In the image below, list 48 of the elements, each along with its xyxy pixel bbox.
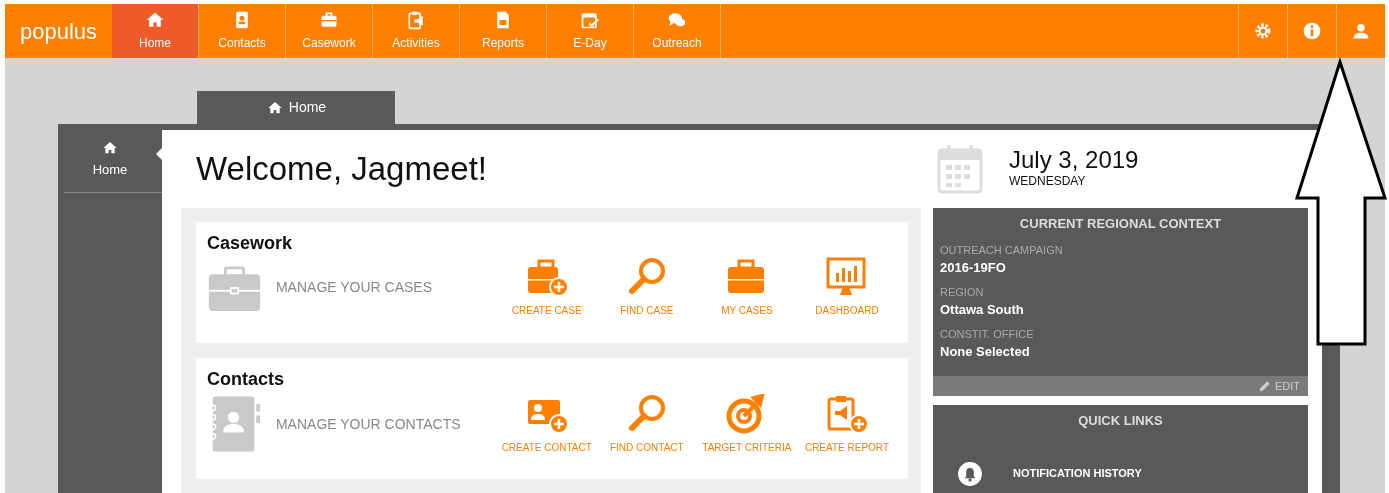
briefcase-icon xyxy=(319,10,339,30)
action-link[interactable]: CREATE CASE xyxy=(496,257,597,318)
settings-icon[interactable] xyxy=(1253,21,1273,41)
nav-item[interactable]: Contacts xyxy=(199,4,286,58)
monitor-chart-icon xyxy=(825,257,868,297)
pencil-icon xyxy=(1257,379,1272,393)
user-icon[interactable] xyxy=(1351,21,1371,41)
action-link[interactable]: FIND CONTACT xyxy=(596,393,697,455)
field-label: REGION xyxy=(939,284,985,300)
quick-link[interactable]: NOTIFICATION HISTORY xyxy=(933,460,1142,487)
panel-title: CURRENT REGIONAL CONTEXT xyxy=(1018,215,1223,233)
field-value: 2016-19FO xyxy=(939,259,1007,277)
action-link[interactable]: CREATE CONTACT xyxy=(496,393,597,455)
action-link[interactable]: CREATE REPORT xyxy=(796,393,897,455)
nav-item[interactable]: Reports xyxy=(460,4,547,58)
field-label: CONSTIT. OFFICE xyxy=(939,326,1035,342)
action-link[interactable]: FIND CASE xyxy=(596,257,697,318)
section-title: Casework xyxy=(207,232,294,255)
bell-icon xyxy=(957,460,983,487)
clipboard-plus-icon xyxy=(825,393,868,434)
panel-title: QUICK LINKS xyxy=(1077,412,1164,430)
welcome-heading: Welcome, Jagmeet! xyxy=(196,149,487,189)
info-icon[interactable] xyxy=(1302,21,1322,41)
calendar-icon xyxy=(937,144,983,194)
section-subtitle: MANAGE YOUR CASES xyxy=(275,278,434,297)
action-link[interactable]: TARGET CRITERIA xyxy=(696,393,797,455)
field-value: Ottawa South xyxy=(939,301,1025,319)
field-label: OUTREACH CAMPAIGN xyxy=(939,242,1064,258)
nav-item[interactable]: Casework xyxy=(286,4,373,58)
page-tab[interactable]: Home xyxy=(197,91,395,124)
clipboard-megaphone-icon xyxy=(406,10,426,30)
date-text: July 3, 2019 xyxy=(1009,148,1139,172)
house-icon xyxy=(101,140,119,156)
nav-item[interactable]: E-Day xyxy=(547,4,634,58)
weekday-text: WEDNESDAY xyxy=(1009,173,1087,190)
calendar-check-icon xyxy=(580,10,600,30)
action-link[interactable]: MY CASES xyxy=(696,257,797,318)
nav-item[interactable]: Home xyxy=(112,4,199,58)
brand-logo[interactable]: populus xyxy=(5,4,112,58)
nav-item[interactable]: Activities xyxy=(373,4,460,58)
briefcase-plus-icon xyxy=(525,257,568,297)
house-icon xyxy=(145,10,165,30)
edit-button[interactable]: EDIT xyxy=(1257,377,1300,395)
nav-item[interactable]: Outreach xyxy=(634,4,721,58)
field-value: None Selected xyxy=(939,343,1031,361)
action-link[interactable]: DASHBOARD xyxy=(796,257,897,318)
section-title: Contacts xyxy=(207,368,285,391)
section-subtitle: MANAGE YOUR CONTACTS xyxy=(275,414,462,434)
